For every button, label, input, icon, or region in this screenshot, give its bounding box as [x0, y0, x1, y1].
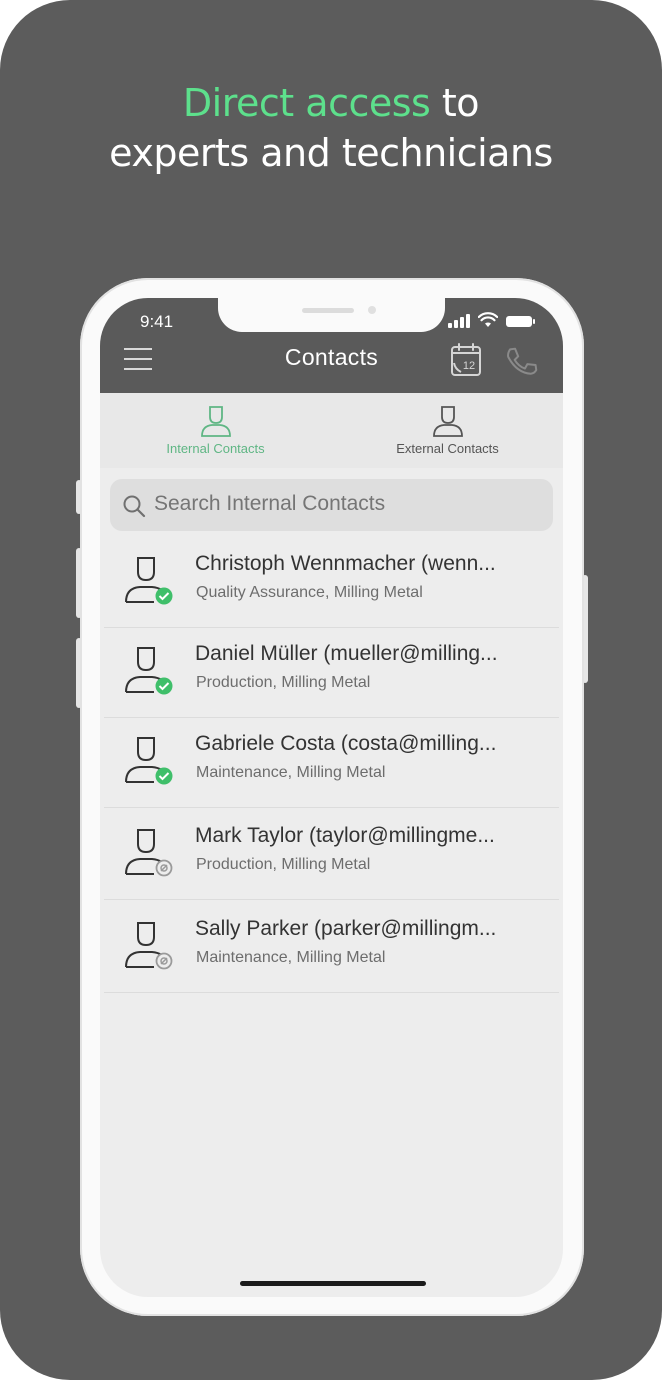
page-title: Contacts: [284, 344, 379, 370]
contact-row[interactable]: Mark Taylor (taylor@millingme... Product…: [100, 810, 563, 900]
contact-avatar-icon: [125, 922, 173, 970]
contact-subtitle: Maintenance, Milling Metal: [196, 764, 386, 781]
headline-line-1: Direct access to: [0, 78, 662, 128]
search-input[interactable]: [154, 492, 544, 516]
status-online-icon: [155, 677, 173, 695]
contact-avatar-icon: [125, 737, 173, 785]
status-time: 9:41: [140, 312, 174, 331]
call-button[interactable]: [501, 342, 541, 382]
divider: [104, 992, 559, 993]
contact-row[interactable]: Gabriele Costa (costa@milling... Mainten…: [100, 718, 563, 808]
contact-subtitle: Production, Milling Metal: [196, 674, 371, 691]
battery-icon: [506, 316, 535, 327]
phone-notch: [218, 298, 445, 332]
person-icon: [201, 406, 231, 437]
tab-external-contacts[interactable]: External Contacts: [332, 393, 563, 468]
tab-label: Internal Contacts: [166, 441, 265, 456]
schedule-call-button[interactable]: 12: [446, 341, 486, 381]
search-icon: [123, 495, 146, 518]
contact-avatar-icon: [125, 557, 173, 605]
speaker-grille: [302, 308, 354, 313]
front-camera: [368, 306, 376, 314]
contact-avatar-icon: [125, 647, 173, 695]
divider: [104, 807, 559, 808]
search-bar[interactable]: [110, 479, 553, 531]
promo-headline: Direct access to experts and technicians: [0, 78, 662, 178]
status-online-icon: [155, 767, 173, 785]
status-online-icon: [155, 587, 173, 605]
contact-subtitle: Maintenance, Milling Metal: [196, 949, 386, 966]
contact-name: Daniel Müller (mueller@milling...: [195, 642, 498, 665]
tab-label: External Contacts: [396, 441, 499, 456]
headline-highlight: Direct access: [182, 81, 431, 125]
signal-icon: [448, 314, 472, 328]
calendar-phone-icon: 12: [451, 343, 481, 376]
contact-name: Sally Parker (parker@millingm...: [195, 917, 497, 940]
person-icon: [433, 406, 463, 437]
app-bar: 9:41 Contacts 12: [100, 298, 563, 393]
status-icons: [448, 312, 538, 332]
headline-line-2: experts and technicians: [109, 131, 553, 175]
contact-tabs: Internal Contacts External Contacts: [100, 393, 563, 468]
headline-line-1-rest: to: [430, 81, 480, 125]
divider: [104, 899, 559, 900]
wifi-icon: [478, 312, 498, 327]
contact-row[interactable]: Daniel Müller (mueller@milling... Produc…: [100, 628, 563, 718]
contact-row[interactable]: Sally Parker (parker@millingm... Mainten…: [100, 903, 563, 993]
svg-text:12: 12: [463, 360, 475, 372]
tab-internal-contacts[interactable]: Internal Contacts: [100, 393, 331, 468]
contact-avatar-icon: [125, 829, 173, 877]
contact-subtitle: Production, Milling Metal: [196, 856, 371, 873]
contact-row[interactable]: Christoph Wennmacher (wenn... Quality As…: [100, 538, 563, 628]
contact-name: Christoph Wennmacher (wenn...: [195, 552, 496, 575]
contact-subtitle: Quality Assurance, Milling Metal: [196, 584, 423, 601]
contact-name: Gabriele Costa (costa@milling...: [195, 732, 497, 755]
phone-screen: 9:41 Contacts 12 Internal Contacts Exter…: [100, 298, 563, 1297]
contact-name: Mark Taylor (taylor@millingme...: [195, 824, 495, 847]
phone-icon: [507, 347, 538, 375]
home-indicator[interactable]: [240, 1281, 426, 1286]
